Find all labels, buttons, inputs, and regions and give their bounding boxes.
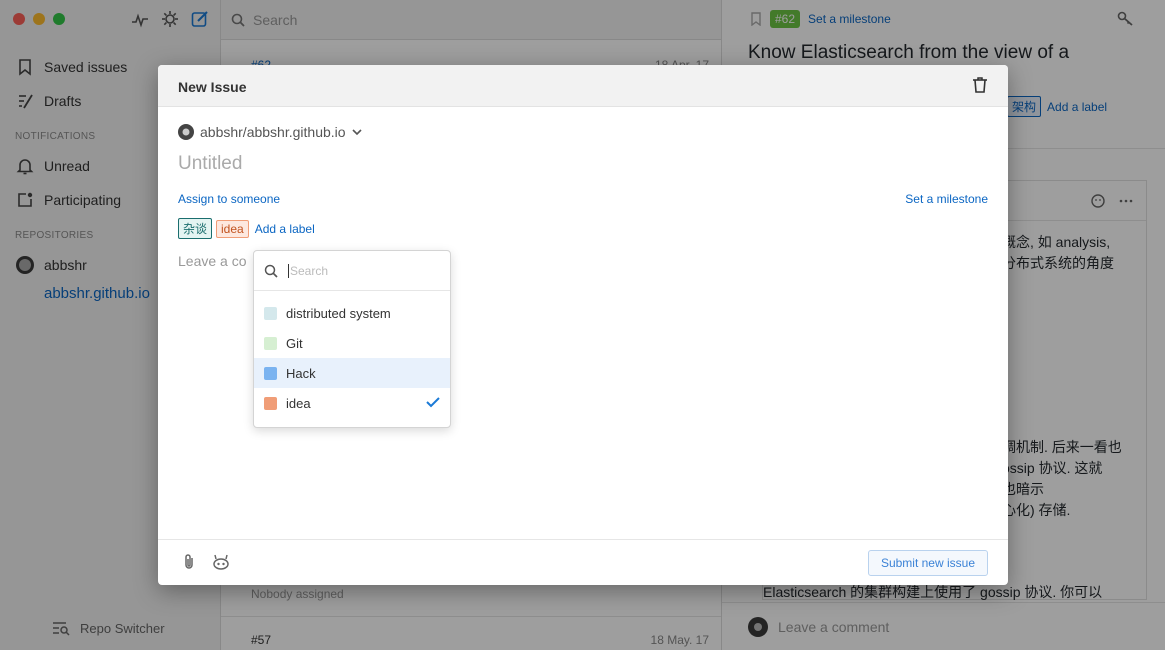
label-option-name: Git: [286, 335, 303, 351]
octocat-preview-icon[interactable]: [212, 553, 230, 571]
label-search: [254, 251, 450, 291]
label-option-idea[interactable]: idea: [254, 388, 450, 418]
label-option-hack[interactable]: Hack: [254, 358, 450, 388]
chevron-down-icon: [351, 129, 362, 136]
repo-selector[interactable]: abbshr/abbshr.github.io: [178, 124, 362, 140]
label-option-name: idea: [286, 395, 311, 411]
label-tag[interactable]: idea: [216, 219, 249, 238]
label-search-input[interactable]: [288, 263, 438, 278]
dialog-title: New Issue: [178, 79, 247, 95]
attachment-icon[interactable]: [180, 553, 198, 571]
label-option-git[interactable]: Git: [254, 328, 450, 358]
issue-title-input[interactable]: [178, 153, 978, 175]
label-color-swatch: [264, 366, 277, 380]
add-label-link[interactable]: Add a label: [255, 222, 315, 236]
repo-selector-label: abbshr/abbshr.github.io: [200, 124, 346, 140]
labels-row: 杂谈 idea Add a label: [178, 218, 315, 239]
search-icon: [264, 264, 278, 278]
submit-new-issue-button[interactable]: Submit new issue: [867, 550, 988, 576]
label-option-name: distributed system: [286, 305, 391, 321]
octocat-avatar-icon: [178, 124, 194, 140]
new-issue-dialog: New Issue abbshr/abbshr.github.io Assign…: [158, 65, 1008, 585]
assign-someone-link[interactable]: Assign to someone: [178, 192, 280, 206]
label-dropdown: distributed system Git Hack idea: [253, 250, 451, 428]
label-options: distributed system Git Hack idea: [254, 291, 450, 418]
set-milestone-link[interactable]: Set a milestone: [905, 192, 988, 206]
label-color-swatch: [264, 396, 277, 410]
comment-textarea[interactable]: Leave a co: [178, 253, 247, 269]
label-color-swatch: [264, 306, 277, 320]
checkmark-icon: [426, 397, 440, 408]
footer-tools: [180, 553, 230, 571]
dialog-footer: Submit new issue: [158, 539, 1008, 585]
label-color-swatch: [264, 336, 277, 350]
dialog-header: New Issue: [158, 65, 1008, 107]
label-option-distributed-system[interactable]: distributed system: [254, 298, 450, 328]
trash-icon[interactable]: [971, 76, 989, 94]
label-option-name: Hack: [286, 365, 316, 381]
label-tag[interactable]: 杂谈: [178, 218, 213, 239]
